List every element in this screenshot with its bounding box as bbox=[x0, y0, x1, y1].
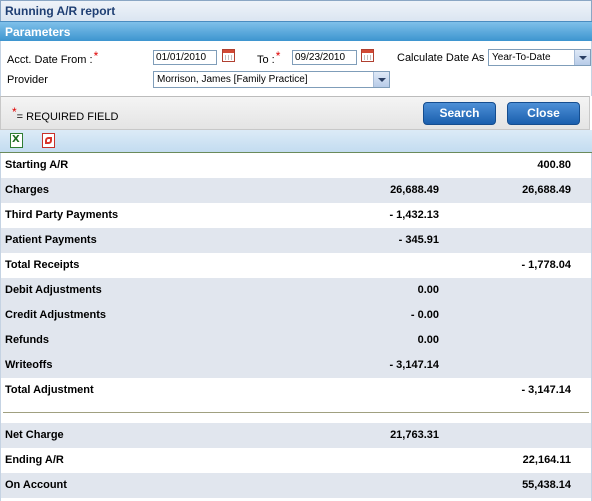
row-total-value: 22,164.11 bbox=[522, 454, 571, 466]
to-date-label-text: To : bbox=[257, 54, 275, 66]
report-table: Starting A/R 400.80 Charges 26,688.49 26… bbox=[0, 153, 592, 501]
calendar-to-icon[interactable] bbox=[361, 49, 374, 62]
row-detail-value: 21,763.31 bbox=[390, 429, 439, 441]
row-detail-value: 26,688.49 bbox=[390, 184, 439, 196]
parameters-panel: Acct. Date From :* 01/01/2010 To :* 09/2… bbox=[0, 41, 592, 96]
row-label: Charges bbox=[5, 184, 50, 196]
chevron-down-icon[interactable] bbox=[373, 72, 389, 87]
row-detail-value: 0.00 bbox=[417, 334, 439, 346]
close-button[interactable]: Close bbox=[507, 102, 580, 125]
export-toolbar bbox=[0, 130, 592, 153]
required-field-bar: *= REQUIRED FIELD Search Close bbox=[0, 96, 590, 130]
table-row: Net Charge 21,763.31 bbox=[1, 423, 591, 448]
table-row: Starting A/R 400.80 bbox=[1, 153, 591, 178]
parameters-header: Parameters bbox=[0, 21, 592, 42]
to-date-label: To :* bbox=[257, 49, 281, 66]
table-row: Third Party Payments - 1,432.13 bbox=[1, 203, 591, 228]
row-total-value: 55,438.14 bbox=[522, 479, 571, 491]
row-total-value: 400.80 bbox=[537, 159, 571, 171]
acct-date-from-label-text: Acct. Date From : bbox=[7, 54, 93, 66]
row-label: Debit Adjustments bbox=[5, 284, 102, 296]
table-row: Total Receipts - 1,778.04 bbox=[1, 253, 591, 278]
required-field-note: *= REQUIRED FIELD bbox=[11, 105, 119, 123]
acct-date-from-input[interactable]: 01/01/2010 bbox=[153, 50, 217, 65]
calculate-date-label: Calculate Date As bbox=[397, 52, 485, 64]
row-label: Third Party Payments bbox=[5, 209, 119, 221]
calendar-from-icon[interactable] bbox=[222, 49, 235, 62]
table-row: Ending A/R 22,164.11 bbox=[1, 448, 591, 473]
row-total-value: - 3,147.14 bbox=[521, 384, 571, 396]
to-date-input[interactable]: 09/23/2010 bbox=[292, 50, 357, 65]
table-row: Debit Adjustments 0.00 bbox=[1, 278, 591, 303]
chevron-down-icon[interactable] bbox=[574, 50, 590, 65]
row-detail-value: - 1,432.13 bbox=[389, 209, 439, 221]
required-field-text: = REQUIRED FIELD bbox=[16, 111, 119, 123]
row-label: Writeoffs bbox=[5, 359, 53, 371]
row-label: Patient Payments bbox=[5, 234, 97, 246]
excel-export-icon[interactable] bbox=[10, 133, 23, 148]
search-button[interactable]: Search bbox=[423, 102, 496, 125]
table-row: Writeoffs - 3,147.14 bbox=[1, 353, 591, 378]
window-title: Running A/R report bbox=[5, 4, 116, 18]
row-label: Starting A/R bbox=[5, 159, 69, 171]
section-divider bbox=[3, 412, 589, 413]
table-row: Credit Adjustments - 0.00 bbox=[1, 303, 591, 328]
acct-date-from-label: Acct. Date From :* bbox=[7, 49, 99, 66]
parameters-title: Parameters bbox=[5, 25, 71, 39]
row-label: Credit Adjustments bbox=[5, 309, 107, 321]
calculate-date-value: Year-To-Date bbox=[492, 52, 551, 63]
row-detail-value: - 3,147.14 bbox=[389, 359, 439, 371]
row-detail-value: - 0.00 bbox=[410, 309, 439, 321]
row-detail-value: 0.00 bbox=[417, 284, 439, 296]
calculate-date-select[interactable]: Year-To-Date bbox=[488, 49, 591, 66]
pdf-export-icon[interactable] bbox=[42, 133, 55, 148]
table-row: On Account 55,438.14 bbox=[1, 473, 591, 498]
provider-value: Morrison, James [Family Practice] bbox=[157, 74, 308, 85]
row-label: Net Charge bbox=[5, 429, 64, 441]
row-label: On Account bbox=[5, 479, 67, 491]
row-total-value: - 1,778.04 bbox=[521, 259, 571, 271]
row-label: Ending A/R bbox=[5, 454, 64, 466]
required-marker: * bbox=[12, 105, 17, 119]
provider-label: Provider bbox=[7, 74, 48, 86]
row-label: Refunds bbox=[5, 334, 49, 346]
table-row: Charges 26,688.49 26,688.49 bbox=[1, 178, 591, 203]
window-titlebar: Running A/R report bbox=[0, 0, 592, 21]
table-row: Total Adjustment - 3,147.14 bbox=[1, 378, 591, 403]
required-marker: * bbox=[275, 49, 281, 63]
row-detail-value: - 345.91 bbox=[398, 234, 439, 246]
row-label: Total Receipts bbox=[5, 259, 80, 271]
table-row: Patient Payments - 345.91 bbox=[1, 228, 591, 253]
row-label: Total Adjustment bbox=[5, 384, 94, 396]
table-row: Refunds 0.00 bbox=[1, 328, 591, 353]
row-total-value: 26,688.49 bbox=[522, 184, 571, 196]
provider-select[interactable]: Morrison, James [Family Practice] bbox=[153, 71, 390, 88]
required-marker: * bbox=[93, 49, 99, 63]
